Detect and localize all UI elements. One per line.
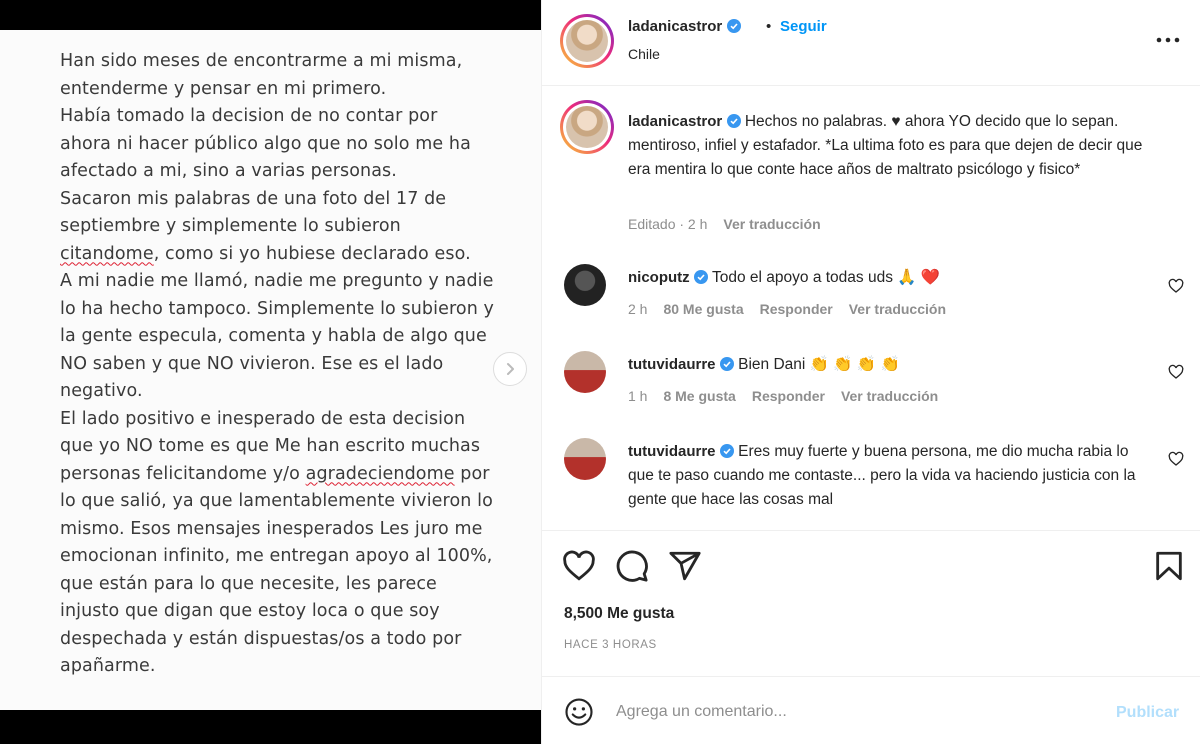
follow-button[interactable]: Seguir [780, 18, 827, 35]
post-line: la gente especula, comenta y habla de al… [60, 326, 487, 346]
post-line: personas felicitandome y/o agradeciendom… [60, 463, 490, 484]
caption-avatar[interactable] [560, 100, 614, 154]
post-image-text: Han sido meses de encontrarme a mi misma… [60, 48, 500, 681]
like-comment-heart-icon[interactable] [1168, 364, 1184, 380]
post-line: que están para lo que necesite, les pare… [60, 573, 437, 594]
post-line: ahora ni hacer público algo que no solo … [60, 133, 471, 154]
post-location[interactable]: Chile [628, 46, 660, 62]
like-heart-icon[interactable] [562, 549, 596, 583]
caption-username[interactable]: ladanicastror [628, 113, 722, 130]
post-line: Sacaron mis palabras de una foto del 17 … [60, 188, 447, 209]
post-actions: 8,500 Me gusta HACE 3 HORAS [542, 530, 1200, 676]
author-username[interactable]: ladanicastror [628, 18, 722, 35]
next-image-button[interactable] [493, 352, 527, 386]
comment-bubble-icon[interactable] [615, 549, 649, 583]
comment-username[interactable]: tutuvidaurre [628, 356, 716, 373]
post-line: emocionan infinito, me entregan apoyo al… [60, 546, 493, 566]
caption-edited: Editado · 2 h [628, 216, 708, 232]
like-comment-heart-icon[interactable] [1168, 451, 1184, 467]
more-options-icon[interactable] [1154, 28, 1182, 52]
post-line: Había tomado la decision de no contar po… [60, 106, 438, 126]
comment-likes[interactable]: 80 Me gusta [663, 301, 743, 317]
post-line: entenderme y pensar en mi primero. [60, 78, 387, 99]
comment-text: Bien Dani 👏 👏 👏 👏 [738, 356, 900, 373]
emoji-smiley-icon[interactable] [564, 697, 594, 727]
comment-likes[interactable]: 8 Me gusta [663, 388, 735, 404]
author-name-row: ladanicastror [628, 18, 741, 36]
post-line: Han sido meses de encontrarme a mi misma… [60, 51, 463, 71]
verified-badge-icon [726, 19, 741, 33]
comments-list: ladanicastror Hechos no palabras. ♥ ahor… [542, 86, 1200, 530]
verified-badge-icon [719, 357, 734, 371]
comment-username[interactable]: nicoputz [628, 269, 690, 286]
comment-text: Todo el apoyo a todas uds 🙏 ❤️ [712, 269, 941, 286]
separator-dot: • [766, 18, 772, 35]
comment-avatar[interactable] [564, 264, 606, 306]
comment-meta: 1 h 8 Me gusta Responder Ver traducción [628, 388, 938, 404]
comment-meta: 2 h 80 Me gusta Responder Ver traducción [628, 301, 946, 317]
translate-link[interactable]: Ver traducción [841, 388, 938, 404]
translate-link[interactable]: Ver traducción [723, 216, 820, 232]
comment-avatar[interactable] [564, 438, 606, 480]
like-comment-heart-icon[interactable] [1168, 278, 1184, 294]
post-line: apañarme. [60, 656, 156, 676]
author-avatar[interactable] [560, 14, 614, 68]
comment-avatar[interactable] [564, 351, 606, 393]
chevron-right-icon [507, 363, 514, 375]
post-image: Han sido meses de encontrarme a mi misma… [0, 30, 541, 710]
comment-item: nicoputz Todo el apoyo a todas uds 🙏 ❤️ [628, 266, 1143, 290]
translate-link[interactable]: Ver traducción [849, 301, 946, 317]
post-timestamp: HACE 3 HORAS [564, 639, 657, 651]
misspelled-word: citandome [60, 243, 154, 264]
reply-button[interactable]: Responder [760, 301, 833, 317]
verified-badge-icon [726, 114, 741, 128]
post-line: septiembre y simplemente lo subieron [60, 216, 401, 236]
caption-meta: Editado · 2 h Ver traducción [628, 216, 821, 232]
comment-time: 1 h [628, 388, 648, 404]
post-line: El lado positivo e inesperado de esta de… [60, 408, 466, 429]
reply-button[interactable]: Responder [752, 388, 825, 404]
post-line: despechada y están dispuestas/os a todo … [60, 628, 462, 649]
likes-count[interactable]: 8,500 Me gusta [564, 605, 674, 623]
post-line: lo ha hecho tampoco. Simplemente lo subi… [60, 298, 494, 319]
post-media: Han sido meses de encontrarme a mi misma… [0, 0, 541, 744]
misspelled-word: agradeciendome [305, 463, 455, 484]
post-sidebar: ladanicastror • Seguir Chile ladanicastr… [541, 0, 1200, 744]
verified-badge-icon [719, 444, 734, 458]
bookmark-save-icon[interactable] [1152, 549, 1186, 583]
verified-badge-icon [693, 270, 708, 284]
post-line: NO saben y que NO vivieron. Ese es el la… [60, 353, 444, 374]
comment-input[interactable] [616, 699, 1096, 725]
post-line: afectado a mi, sino a varias personas. [60, 161, 397, 181]
post-line: negativo. [60, 381, 143, 401]
post-line: que yo NO tome es que Me han escrito muc… [60, 436, 481, 456]
share-send-icon[interactable] [668, 549, 702, 583]
publish-button[interactable]: Publicar [1116, 704, 1179, 722]
post-line: A mi nadie me llamó, nadie me pregunto y… [60, 271, 494, 291]
post-line: injusto que digan que estoy loca o que s… [60, 601, 440, 621]
caption: ladanicastror Hechos no palabras. ♥ ahor… [628, 110, 1143, 182]
post-line: mismo. Esos mensajes inesperados Les jur… [60, 518, 483, 539]
add-comment-bar: Publicar [542, 676, 1200, 744]
comment-time: 2 h [628, 301, 648, 317]
comment-username[interactable]: tutuvidaurre [628, 443, 716, 460]
post-header: ladanicastror • Seguir Chile [542, 0, 1200, 86]
comment-item: tutuvidaurre Bien Dani 👏 👏 👏 👏 [628, 353, 1143, 377]
post-line: lo que salió, ya que lamentablemente viv… [60, 491, 493, 511]
post-line: citandome, como si yo hubiese declarado … [60, 243, 471, 264]
comment-item: tutuvidaurre Eres muy fuerte y buena per… [628, 440, 1143, 512]
